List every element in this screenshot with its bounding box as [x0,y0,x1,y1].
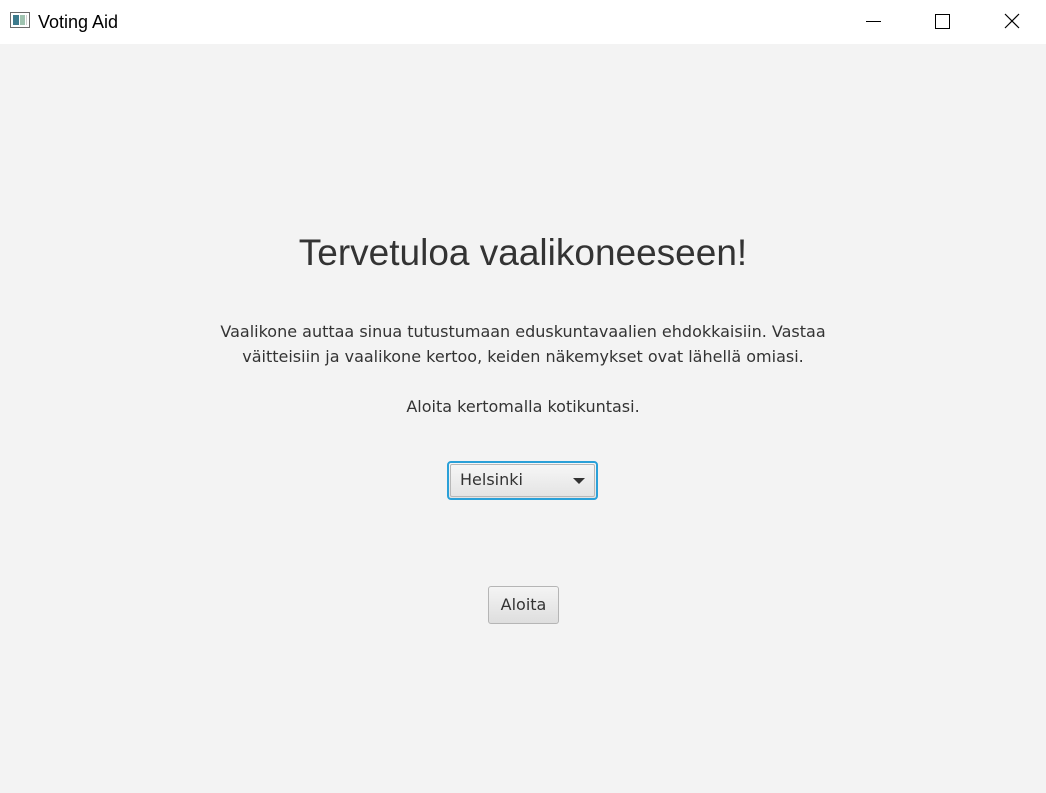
chevron-down-icon [573,478,585,484]
municipality-select[interactable]: Helsinki [447,461,598,500]
maximize-icon [935,14,950,29]
start-button[interactable]: Aloita [488,586,559,624]
window-title: Voting Aid [38,12,119,32]
app-icon [10,12,30,28]
municipality-prompt: Aloita kertomalla kotikuntasi. [406,397,640,416]
close-icon [1004,13,1020,29]
intro-text: Vaalikone auttaa sinua tutustumaan edusk… [220,322,826,366]
minimize-icon [866,21,881,22]
main-content: Tervetuloa vaalikoneeseen! Vaalikone aut… [0,44,1046,793]
close-button[interactable] [977,0,1046,44]
maximize-button[interactable] [907,0,977,44]
window-titlebar[interactable]: Voting Aid [0,0,1046,44]
municipality-select-value: Helsinki [460,470,523,489]
page-title: Tervetuloa vaalikoneeseen! [298,232,748,273]
minimize-button[interactable] [838,0,908,44]
